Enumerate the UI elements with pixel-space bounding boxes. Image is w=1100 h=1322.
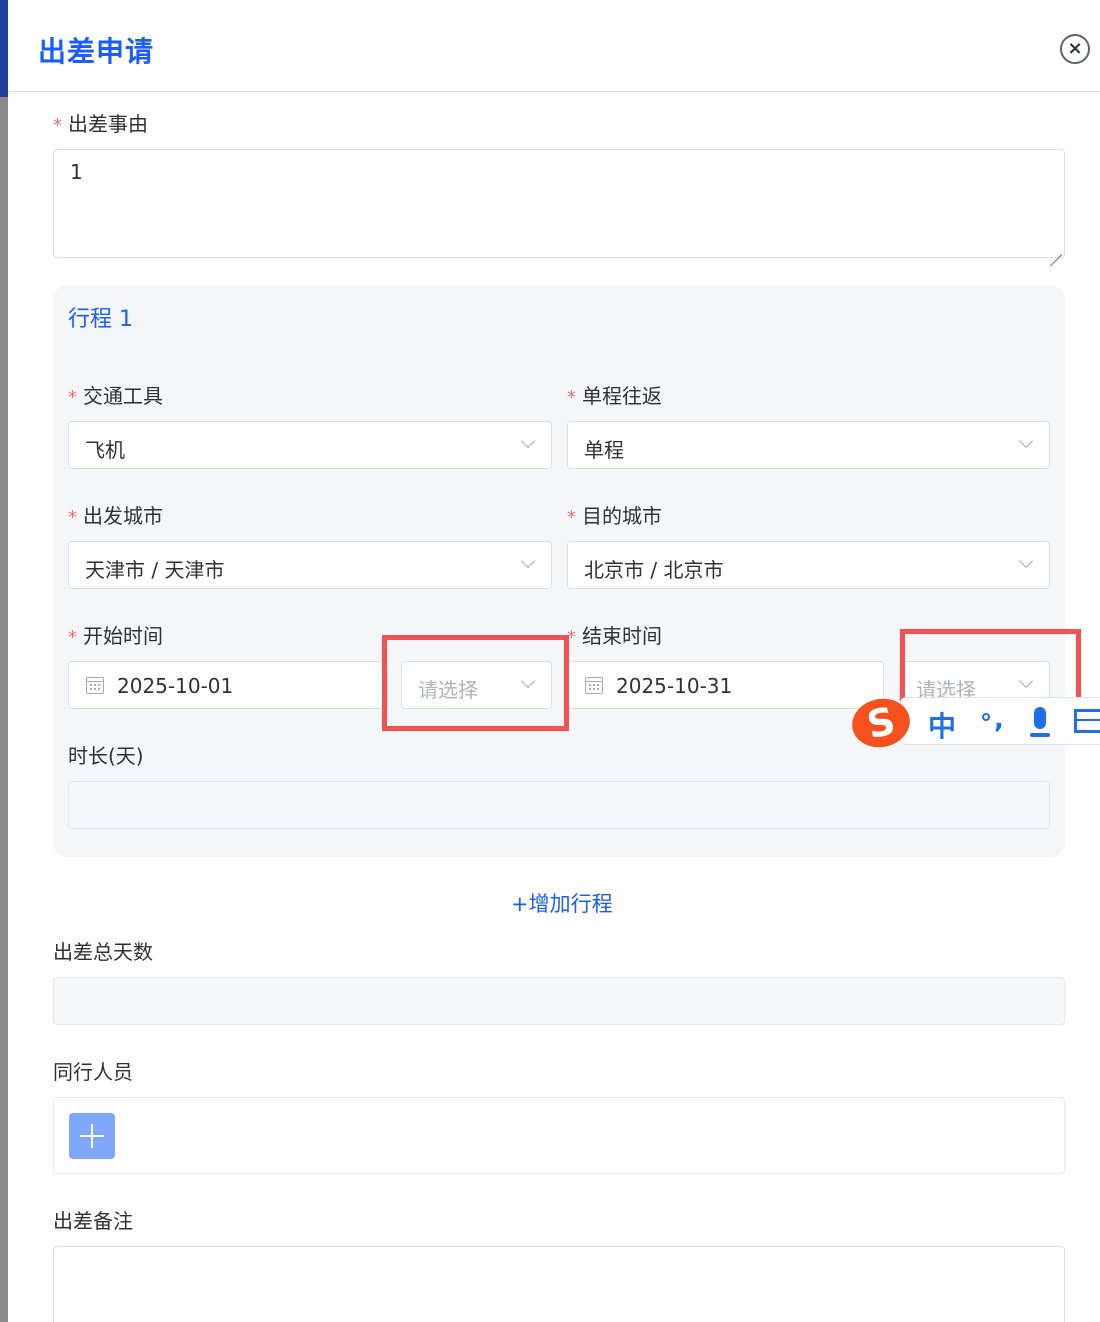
required-mark: * (68, 627, 77, 648)
to-city-label: * 目的城市 (567, 504, 662, 528)
microphone-base (1030, 733, 1050, 737)
transport-value: 飞机 (85, 438, 125, 462)
required-mark: * (68, 387, 77, 408)
duration-label: 时长(天) (68, 744, 144, 768)
resize-handle-icon[interactable] (1048, 241, 1062, 255)
end-time-label: * 结束时间 (567, 624, 662, 648)
background-overlay (0, 0, 8, 1322)
trip-type-value: 单程 (584, 438, 624, 462)
trip-title: 行程 1 (68, 307, 133, 332)
required-mark: * (68, 507, 77, 528)
add-companion-button[interactable] (69, 1113, 115, 1159)
start-date-value: 2025-10-01 (117, 674, 234, 698)
ime-mode-toggle[interactable]: 中 (928, 705, 956, 745)
end-date-value: 2025-10-31 (616, 674, 733, 698)
trip-type-select[interactable]: 单程 (567, 421, 1050, 469)
companions-box (53, 1097, 1065, 1174)
from-city-select[interactable]: 天津市 / 天津市 (68, 541, 552, 589)
reason-label: * 出差事由 (53, 112, 148, 136)
ime-punctuation-toggle[interactable]: , (994, 705, 1004, 735)
remarks-textarea[interactable] (53, 1246, 1065, 1322)
calendar-icon (86, 677, 104, 694)
background-header-strip (0, 0, 8, 97)
dialog-header: 出差申请 × (8, 0, 1100, 92)
trip-card: 行程 1 * 交通工具 飞机 * 单程往返 单程 * 出发城市 天津市 / 天津市 *… (53, 285, 1065, 857)
start-time-label: * 开始时间 (68, 624, 163, 648)
required-mark: * (567, 387, 576, 408)
total-days-label: 出差总天数 (53, 940, 153, 964)
to-city-select[interactable]: 北京市 / 北京市 (567, 541, 1050, 589)
transport-select[interactable]: 飞机 (68, 421, 552, 469)
ime-toolbar: S 中 , (847, 693, 1100, 753)
calendar-icon (585, 677, 603, 694)
chevron-down-icon (520, 553, 536, 569)
ime-fullwidth-icon[interactable] (982, 713, 990, 721)
companions-label: 同行人员 (53, 1060, 133, 1084)
from-city-value: 天津市 / 天津市 (85, 558, 225, 582)
highlight-box (382, 635, 569, 731)
start-date-picker[interactable]: 2025-10-01 (68, 661, 388, 709)
ime-toolbox-icon[interactable] (1074, 709, 1100, 733)
required-mark: * (53, 115, 62, 136)
travel-application-dialog: 出差申请 × * 出差事由 1 行程 1 * 交通工具 飞机 * 单程往返 单程 * 出… (8, 0, 1100, 1322)
required-mark: * (567, 507, 576, 528)
from-city-label: * 出发城市 (68, 504, 163, 528)
trip-type-label: * 单程往返 (567, 384, 662, 408)
total-days-input (53, 977, 1065, 1025)
microphone-icon[interactable] (1034, 707, 1046, 729)
remarks-label: 出差备注 (53, 1209, 133, 1233)
reason-textarea[interactable]: 1 (53, 149, 1065, 258)
add-trip-link[interactable]: +增加行程 (511, 888, 613, 918)
transport-label: * 交通工具 (68, 384, 163, 408)
chevron-down-icon (520, 433, 536, 449)
to-city-value: 北京市 / 北京市 (584, 558, 724, 582)
chevron-down-icon (1018, 433, 1034, 449)
duration-input (68, 781, 1050, 829)
end-date-picker[interactable]: 2025-10-31 (567, 661, 884, 709)
chevron-down-icon (1018, 553, 1034, 569)
close-icon[interactable]: × (1060, 34, 1090, 64)
reason-value: 1 (70, 160, 83, 184)
dialog-title: 出差申请 (38, 35, 155, 68)
